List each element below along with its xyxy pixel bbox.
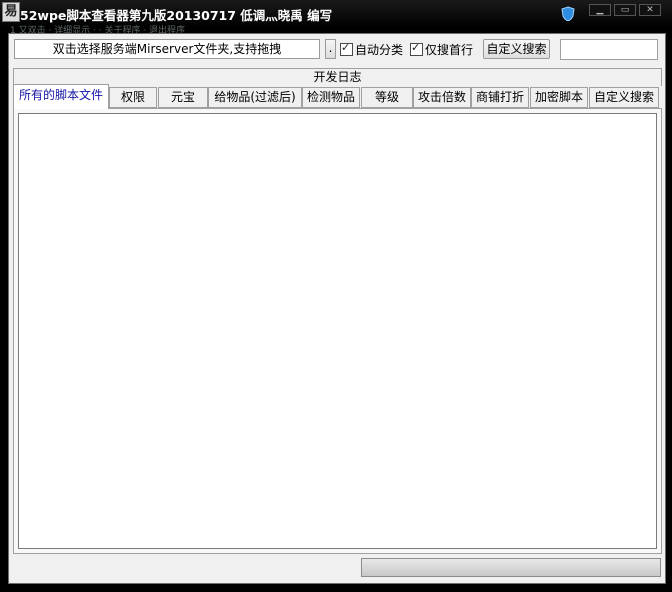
auto-classify-checkbox[interactable]: 自动分类 xyxy=(340,41,403,57)
progress-bar xyxy=(361,558,661,577)
shield-icon[interactable] xyxy=(561,6,575,21)
main-client: 双击选择服务端Mirserver文件夹,支持拖拽 . 自动分类 仅搜首行 自定义… xyxy=(8,33,666,584)
window-title: 52wpe脚本查看器第九版20130717 低调灬晓禹 编写 xyxy=(20,8,333,23)
close-button[interactable]: ✕ xyxy=(639,4,661,16)
app-icon: 易 xyxy=(2,2,20,22)
browse-button[interactable]: . xyxy=(325,39,336,59)
tab-row-top: 开发日志 xyxy=(13,68,662,86)
script-file-list[interactable] xyxy=(18,113,657,549)
maximize-button[interactable]: ▭ xyxy=(614,4,636,16)
checkbox-checked-icon xyxy=(410,41,423,56)
tab-level[interactable]: 等级 xyxy=(361,87,413,108)
tab-panel xyxy=(13,108,662,554)
tab-permissions[interactable]: 权限 xyxy=(109,87,157,108)
first-line-only-checkbox[interactable]: 仅搜首行 xyxy=(410,41,473,57)
tab-encrypted-scripts[interactable]: 加密脚本 xyxy=(530,87,588,108)
title-bar[interactable]: 易 52wpe脚本查看器第九版20130717 低调灬晓禹 编写 1 又双击 ·… xyxy=(0,0,672,33)
custom-search-button[interactable]: 自定义搜索 xyxy=(483,39,550,59)
tab-give-items[interactable]: 给物品(过滤后) xyxy=(208,87,302,108)
tab-custom-search[interactable]: 自定义搜索 xyxy=(589,87,659,108)
first-line-only-label: 仅搜首行 xyxy=(425,43,474,57)
background-menu-text: 1 又双击 · 详细显示 · · 关于程序 · 退出程序 xyxy=(10,26,186,33)
select-folder-button[interactable]: 双击选择服务端Mirserver文件夹,支持拖拽 xyxy=(14,39,320,59)
minimize-button[interactable]: ▁ xyxy=(589,4,611,16)
tab-attack-multiplier[interactable]: 攻击倍数 xyxy=(413,87,471,108)
auto-classify-label: 自动分类 xyxy=(355,43,404,57)
tab-all-scripts[interactable]: 所有的脚本文件 xyxy=(13,84,109,109)
search-input[interactable] xyxy=(560,39,658,60)
tab-dev-log[interactable]: 开发日志 xyxy=(14,69,661,87)
tab-yuanbao[interactable]: 元宝 xyxy=(158,87,208,108)
checkbox-checked-icon xyxy=(340,41,353,56)
status-area xyxy=(13,557,353,576)
tab-shop-discount[interactable]: 商铺打折 xyxy=(471,87,529,108)
tab-check-items[interactable]: 检测物品 xyxy=(302,87,360,108)
